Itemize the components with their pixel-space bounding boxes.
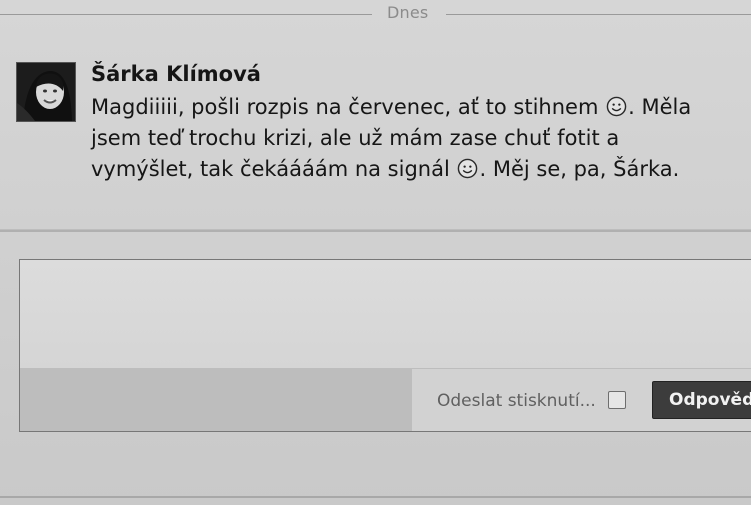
reply-actions: Odeslat stisknutí... Odpověď xyxy=(412,369,751,431)
bottom-divider xyxy=(0,496,751,498)
message-text: Magdiiiii, pošli rozpis na červenec, ať … xyxy=(91,92,731,185)
author-name[interactable]: Šárka Klímová xyxy=(91,62,261,86)
message-text-segment: . Měj se, pa, Šárka. xyxy=(479,157,680,181)
send-on-enter-checkbox[interactable] xyxy=(608,391,626,409)
message: Šárka Klímová Magdiiiii, pošli rozpis na… xyxy=(14,56,744,206)
send-on-enter-label[interactable]: Odeslat stisknutí... xyxy=(437,391,596,411)
reply-footer: Odeslat stisknutí... Odpověď xyxy=(20,369,751,431)
chat-window: Dnes Šárka Klímová Magdiiiii, pošli rozp… xyxy=(0,0,751,505)
smiley-icon xyxy=(458,158,478,179)
date-label: Dnes xyxy=(387,3,429,22)
divider-line-right xyxy=(446,14,751,15)
avatar[interactable] xyxy=(16,62,76,122)
message-text-segment: vymýšlet, tak čekáááám na signál xyxy=(91,157,457,181)
date-divider: Dnes xyxy=(0,0,751,30)
message-line: Magdiiiii, pošli rozpis na červenec, ať … xyxy=(91,92,731,123)
reply-input[interactable] xyxy=(20,260,751,369)
message-line: vymýšlet, tak čekáááám na signál . Měj s… xyxy=(91,154,731,185)
section-divider xyxy=(0,229,751,232)
reply-button[interactable]: Odpověď xyxy=(652,381,751,419)
reply-box: Odeslat stisknutí... Odpověď xyxy=(19,259,751,432)
smiley-icon xyxy=(606,96,627,117)
message-text-segment: Magdiiiii, pošli rozpis na červenec, ať … xyxy=(91,95,606,119)
message-line: jsem teď trochu krizi, ale už mám zase c… xyxy=(91,126,620,150)
message-text-segment: . Měla xyxy=(628,95,692,119)
divider-line-left xyxy=(0,14,372,15)
